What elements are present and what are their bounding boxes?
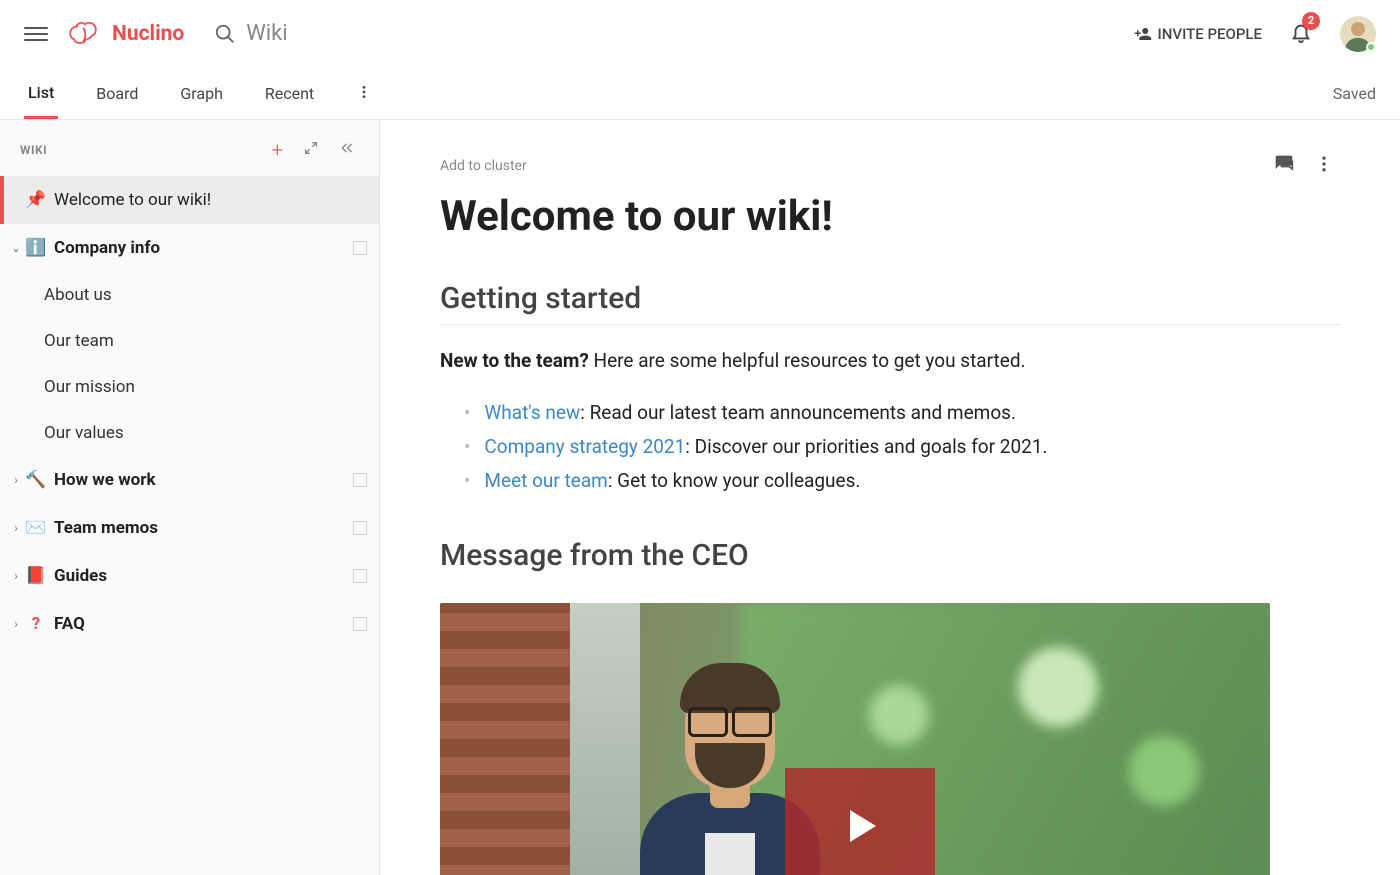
tab-graph[interactable]: Graph	[176, 70, 227, 117]
tab-board[interactable]: Board	[92, 70, 142, 117]
sidebar-item-label: Welcome to our wiki!	[54, 190, 367, 210]
view-tabs: List Board Graph Recent Saved	[0, 68, 1400, 120]
cluster-checkbox[interactable]	[353, 569, 367, 583]
search-icon	[214, 23, 236, 45]
info-icon: ℹ️	[24, 238, 48, 258]
chevron-right-icon[interactable]: ›	[8, 617, 24, 631]
list-item[interactable]: Meet our team: Get to know your colleagu…	[464, 464, 1340, 498]
ceo-video[interactable]	[440, 603, 1270, 875]
section-ceo-message[interactable]: Message from the CEO	[440, 538, 1340, 581]
section-getting-started[interactable]: Getting started	[440, 281, 1340, 325]
presence-indicator	[1366, 42, 1376, 52]
list-item[interactable]: Company strategy 2021: Discover our prio…	[464, 430, 1340, 464]
logo-text: Nuclino	[112, 22, 184, 46]
add-page-button[interactable]: +	[268, 134, 287, 166]
sidebar-item-how-we-work[interactable]: › 🔨 How we work	[0, 456, 379, 504]
play-icon[interactable]	[785, 768, 935, 875]
sidebar-child-our-values[interactable]: Our values	[0, 410, 379, 456]
list-item[interactable]: What's new: Read our latest team announc…	[464, 396, 1340, 430]
menu-icon[interactable]	[24, 22, 48, 46]
link-team[interactable]: Meet our team	[484, 469, 607, 492]
sidebar-item-label: Team memos	[54, 518, 353, 538]
collapse-sidebar-icon[interactable]	[335, 136, 359, 164]
chevron-right-icon[interactable]: ›	[8, 569, 24, 583]
cluster-checkbox[interactable]	[353, 617, 367, 631]
cluster-checkbox[interactable]	[353, 521, 367, 535]
tabs-more-icon[interactable]	[352, 80, 376, 108]
invite-people-button[interactable]: INVITE PEOPLE	[1134, 25, 1262, 43]
intro-rest: Here are some helpful resources to get y…	[589, 349, 1026, 372]
sidebar-child-about-us[interactable]: About us	[0, 272, 379, 318]
envelope-icon: ✉️	[24, 518, 48, 538]
sidebar-child-our-team[interactable]: Our team	[0, 318, 379, 364]
book-icon: 📕	[24, 566, 48, 586]
search-placeholder: Wiki	[246, 21, 287, 46]
intro-bold: New to the team?	[440, 349, 589, 372]
invite-label: INVITE PEOPLE	[1158, 25, 1262, 43]
sidebar-item-label: FAQ	[54, 614, 353, 634]
pin-icon: 📌	[24, 190, 48, 210]
comments-icon[interactable]	[1268, 148, 1300, 184]
cluster-checkbox[interactable]	[353, 473, 367, 487]
notifications-button[interactable]: 2	[1290, 20, 1312, 48]
link-strategy[interactable]: Company strategy 2021	[484, 435, 685, 458]
add-user-icon	[1134, 25, 1152, 43]
sidebar-title: WIKI	[20, 143, 256, 157]
sidebar-item-welcome[interactable]: 📌 Welcome to our wiki!	[0, 176, 379, 224]
intro-paragraph[interactable]: New to the team? Here are some helpful r…	[440, 347, 1340, 376]
hammer-icon: 🔨	[24, 470, 48, 490]
notification-badge: 2	[1302, 12, 1320, 30]
chevron-right-icon[interactable]: ›	[8, 473, 24, 487]
page-more-icon[interactable]	[1308, 148, 1340, 184]
sidebar-child-our-mission[interactable]: Our mission	[0, 364, 379, 410]
chevron-right-icon[interactable]: ›	[8, 521, 24, 535]
link-whats-new[interactable]: What's new	[484, 401, 580, 424]
save-status: Saved	[1333, 84, 1376, 103]
sidebar-item-label: How we work	[54, 470, 353, 490]
search-box[interactable]: Wiki	[214, 21, 1133, 46]
app-logo[interactable]: Nuclino	[68, 22, 184, 46]
sidebar-item-company-info[interactable]: ⌄ ℹ️ Company info	[0, 224, 379, 272]
page-title[interactable]: Welcome to our wiki!	[440, 192, 1340, 241]
expand-icon[interactable]	[299, 136, 323, 164]
user-avatar[interactable]	[1340, 16, 1376, 52]
sidebar-item-label: Guides	[54, 566, 353, 586]
sidebar: WIKI + 📌 Welcome to our wiki! ⌄ ℹ️ Compa…	[0, 120, 380, 875]
tab-recent[interactable]: Recent	[261, 70, 318, 117]
app-header: Nuclino Wiki INVITE PEOPLE 2	[0, 0, 1400, 68]
sidebar-item-faq[interactable]: › ? FAQ	[0, 600, 379, 648]
tab-list[interactable]: List	[24, 69, 58, 119]
sidebar-item-label: Company info	[54, 238, 353, 258]
cluster-checkbox[interactable]	[353, 241, 367, 255]
resource-list: What's new: Read our latest team announc…	[464, 396, 1340, 499]
question-icon: ?	[24, 614, 48, 634]
chevron-down-icon[interactable]: ⌄	[8, 241, 24, 255]
sidebar-item-team-memos[interactable]: › ✉️ Team memos	[0, 504, 379, 552]
brain-icon	[68, 22, 104, 46]
breadcrumb[interactable]: Add to cluster	[440, 158, 1260, 174]
sidebar-item-guides[interactable]: › 📕 Guides	[0, 552, 379, 600]
page-content: Add to cluster Welcome to our wiki! Gett…	[380, 120, 1400, 875]
